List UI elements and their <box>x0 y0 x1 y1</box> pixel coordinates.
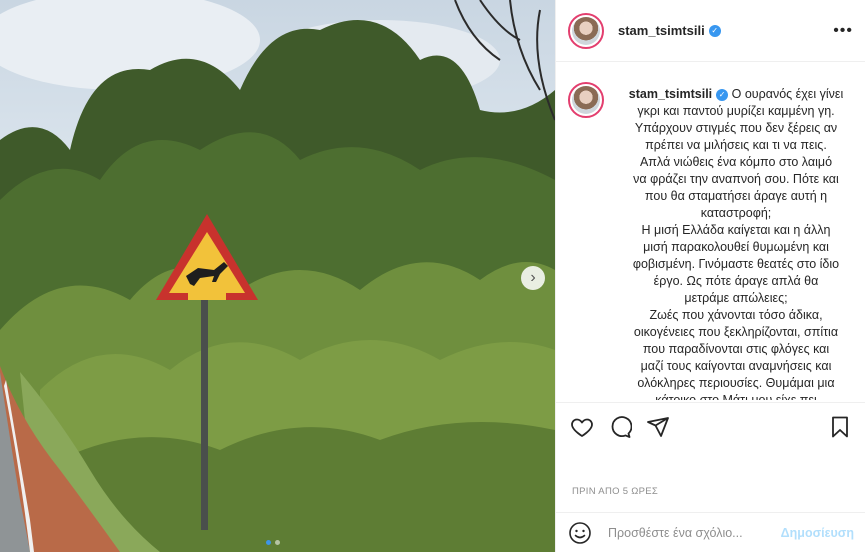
post-timestamp[interactable]: ΠΡΙΝ ΑΠΟ 5 ΩΡΕΣ <box>572 486 658 497</box>
caption-line: πρέπει να μιλήσεις και τι να πεις. <box>645 138 827 152</box>
caption-line: Η μισή Ελλάδα καίγεται και η άλλη <box>641 223 831 237</box>
caption-line: Ζωές που χάνονται τόσο άδικα, <box>649 308 823 322</box>
carousel-dot-active <box>266 540 271 545</box>
carousel-dot <box>275 540 280 545</box>
action-bar <box>556 402 865 450</box>
comment-icon[interactable] <box>608 415 633 439</box>
caption-line: που θα σταματήσει άραγε αυτή η <box>644 189 828 203</box>
caption-avatar[interactable] <box>568 82 604 118</box>
caption-line: που παραδίνονται στις φλόγες και <box>642 342 830 356</box>
caption-line: μετράμε απώλειες; <box>684 291 788 305</box>
caption-section: stam_tsimtsili ✓ Ο ουρανός έχει γίνει γκρ… <box>556 72 865 400</box>
verified-icon: ✓ <box>708 24 721 37</box>
caption-line: καταστροφή; <box>700 206 772 220</box>
comment-input[interactable] <box>608 525 781 540</box>
carousel-indicator <box>266 540 280 545</box>
caption-line: μαζί τους καίγονται αναμνήσεις και <box>640 359 832 373</box>
caption: stam_tsimtsili ✓ Ο ουρανός έχει γίνει γκρ… <box>618 86 854 400</box>
caption-line: οικογένειες που ξεκληρίζονται, σπίτια <box>633 325 839 339</box>
caption-line: ολόκληρες περιουσίες. Θυμάμαι μια <box>637 376 835 390</box>
post-side-panel: stam_tsimtsili ✓ ••• stam_tsimtsili ✓ Ο ο… <box>555 0 865 552</box>
share-icon[interactable] <box>646 415 670 439</box>
more-options-icon[interactable]: ••• <box>833 22 853 40</box>
caption-username[interactable]: stam_tsimtsili <box>629 87 712 101</box>
photo-scene <box>0 0 555 552</box>
caption-line: Ο ουρανός έχει γίνει <box>731 87 844 101</box>
post-header: stam_tsimtsili ✓ ••• <box>556 0 865 62</box>
post-photo[interactable]: › <box>0 0 555 552</box>
caption-line: να φράζει την αναπνοή σου. Πότε και <box>633 172 839 186</box>
caption-line: κάτοικο στο Μάτι μου είχε πει <box>655 393 817 400</box>
caption-line: έργο. Ως πότε άραγε απλά θα <box>653 274 819 288</box>
header-username[interactable]: stam_tsimtsili <box>618 23 705 38</box>
emoji-icon[interactable] <box>568 521 592 545</box>
save-icon[interactable] <box>828 415 852 439</box>
carousel-next-button[interactable]: › <box>521 266 545 290</box>
caption-line: γκρι και παντού μυρίζει καμμένη γη. <box>637 104 835 118</box>
comment-form: Δημοσίευση <box>556 512 865 552</box>
caption-line: Απλά νιώθεις ένα κόμπο στο λαιμό <box>639 155 833 169</box>
heart-icon[interactable] <box>570 415 594 439</box>
caption-line: φοβισμένη. Γινόμαστε θεατές στο ίδιο <box>632 257 840 271</box>
post-comment-button[interactable]: Δημοσίευση <box>781 526 854 540</box>
caption-line: Υπάρχουν στιγμές που δεν ξέρεις αν <box>634 121 838 135</box>
caption-line: μισή παρακολουθεί θυμωμένη και <box>643 240 829 254</box>
verified-icon: ✓ <box>716 88 729 101</box>
avatar[interactable] <box>568 12 604 49</box>
